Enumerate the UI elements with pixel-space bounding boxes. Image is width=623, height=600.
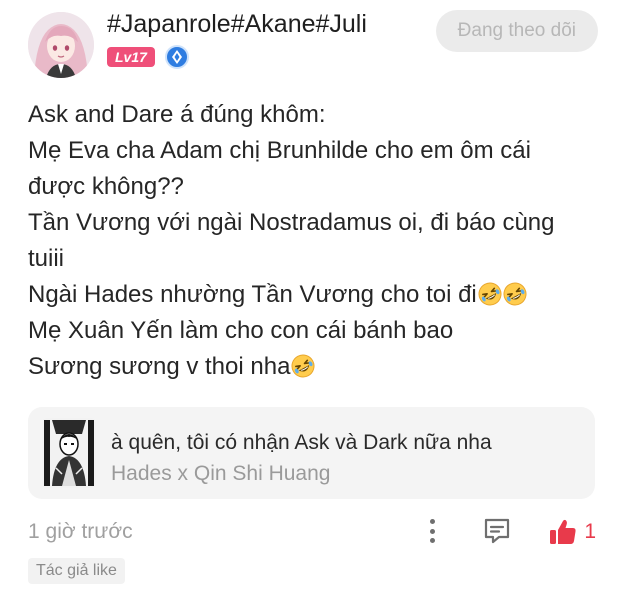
content-line: Tần Vương với ngài Nostradamus oi, đi bá…: [28, 209, 555, 236]
linked-post-card[interactable]: à quên, tôi có nhận Ask và Dark nữa nha …: [28, 407, 595, 499]
content-line: Mẹ Xuân Yến làm cho con cái bánh bao: [28, 317, 454, 344]
content-line-text: Ngài Hades nhường Tần Vương cho toi đi: [28, 281, 477, 308]
content-line: Mẹ Eva cha Adam chị Brunhilde cho em ôm …: [28, 137, 531, 164]
content-line-with-emoji: Sương sương v thoi nha: [28, 349, 598, 385]
like-button[interactable]: 1: [548, 514, 596, 550]
thumbs-up-icon: [550, 519, 576, 544]
content-line-text: Sương sương v thoi nha: [28, 353, 291, 380]
comment-icon[interactable]: [482, 516, 512, 551]
following-button[interactable]: Đang theo dõi: [435, 10, 598, 52]
post-timestamp: 1 giờ trước: [28, 520, 133, 543]
post-footer: 1 giờ trước 1: [28, 514, 596, 550]
content-line-with-emoji: Ngài Hades nhường Tần Vương cho toi đi: [28, 277, 598, 313]
verified-badge-icon: [165, 45, 189, 69]
content-line: tuiii: [28, 245, 65, 272]
linked-post-subtitle: Hades x Qin Shi Huang: [111, 462, 331, 485]
user-avatar[interactable]: [28, 12, 94, 78]
linked-post-title: à quên, tôi có nhận Ask và Dark nữa nha: [111, 431, 492, 454]
post-header: #Japanrole#Akane#Juli Lv17 Đang theo dõi: [28, 10, 598, 80]
content-line: Ask and Dare á đúng khôm:: [28, 101, 326, 128]
author-liked-tag: Tác giả like: [28, 558, 125, 584]
like-count: 1: [584, 520, 596, 543]
rofl-emoji-icon: [478, 282, 502, 306]
username[interactable]: #Japanrole#Akane#Juli: [107, 10, 367, 39]
more-options-icon[interactable]: [423, 516, 441, 546]
post-content: Ask and Dare á đúng khôm: Mẹ Eva cha Ada…: [28, 97, 598, 385]
linked-post-thumbnail: [42, 418, 96, 488]
content-line: được không??: [28, 173, 184, 200]
rofl-emoji-icon: [291, 354, 315, 378]
level-badge: Lv17: [107, 47, 155, 67]
rofl-emoji-icon: [503, 282, 527, 306]
